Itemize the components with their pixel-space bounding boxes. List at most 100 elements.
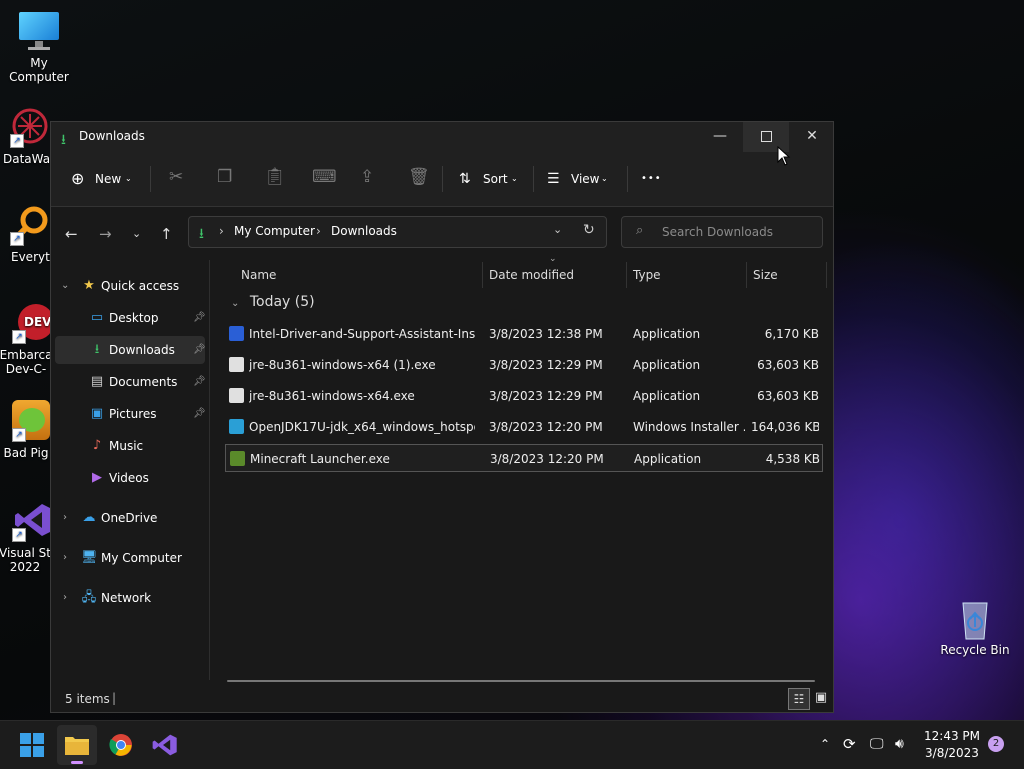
monitor-icon: 🖥︎ — [81, 550, 98, 565]
expand-chevron-icon[interactable]: ⌄ — [61, 272, 69, 300]
search-input[interactable] — [660, 224, 814, 240]
sidebar-item-onedrive[interactable]: › ☁ OneDrive — [55, 504, 205, 532]
show-hidden-icons-chevron-icon[interactable]: ⌃ — [820, 721, 830, 769]
recycle-bin-icon — [953, 597, 997, 640]
column-header-type[interactable]: Type — [633, 260, 743, 290]
sidebar-item-quick-access[interactable]: ⌄ ★ Quick access — [55, 272, 205, 300]
file-name: Minecraft Launcher.exe — [250, 452, 390, 466]
file-row[interactable]: jre-8u361-windows-x64.exe 3/8/2023 12:29 … — [225, 382, 823, 410]
title-bar[interactable]: ⭳ Downloads — ✕ — [51, 122, 833, 152]
notification-badge[interactable]: 2 — [988, 736, 1004, 752]
sidebar-item-documents[interactable]: ▤ Documents 📌︎ — [55, 368, 206, 396]
share-icon[interactable]: ⇪ — [360, 167, 374, 187]
sidebar-item-my-computer[interactable]: › 🖥︎ My Computer — [55, 544, 205, 572]
column-header-date-modified[interactable]: Date modified — [489, 260, 625, 290]
toolbar-divider — [533, 166, 534, 192]
toolbar-divider — [150, 166, 151, 192]
chevron-down-icon: ⌄ — [125, 174, 132, 183]
file-row[interactable]: jre-8u361-windows-x64 (1).exe 3/8/2023 12… — [225, 351, 823, 379]
view-button[interactable]: ☰ View ⌄ — [547, 164, 617, 194]
taskbar-chrome[interactable] — [101, 725, 141, 765]
desktop-icon-datawag[interactable]: ↗ DataWag — [0, 106, 58, 166]
column-divider[interactable] — [746, 262, 747, 288]
start-button[interactable] — [12, 725, 52, 765]
delete-icon[interactable]: 🗑︎ — [408, 167, 430, 187]
volume-icon[interactable]: 🔊︎ — [895, 721, 904, 769]
sidebar-item-videos[interactable]: ▶ Videos — [55, 464, 205, 492]
column-header-size[interactable]: Size — [753, 260, 823, 290]
plus-circle-icon: ⊕ — [71, 169, 85, 188]
pin-icon[interactable]: 📌︎ — [193, 368, 206, 396]
sidebar-item-network[interactable]: › 🖧︎ Network — [55, 584, 205, 612]
file-name: jre-8u361-windows-x64 (1).exe — [249, 358, 436, 372]
expand-chevron-icon[interactable]: › — [63, 584, 67, 612]
tiles-view-icon[interactable]: ▣ — [811, 688, 831, 708]
file-type: Application — [633, 327, 701, 341]
sidebar-item-music[interactable]: ♪ Music — [55, 432, 205, 460]
sync-status-icon[interactable]: ⟳ — [843, 721, 856, 769]
desktop-icon-recycle-bin[interactable]: Recycle Bin — [937, 597, 1013, 657]
desktop-icon-visual-studio[interactable]: ↗ Visual St 2022 — [0, 500, 54, 574]
shortcut-arrow-icon: ↗ — [12, 528, 26, 542]
details-view-icon[interactable]: ☷ — [788, 688, 810, 710]
file-type: Application — [634, 452, 702, 466]
file-size: 4,538 KB — [765, 452, 820, 466]
taskbar-visual-studio[interactable] — [145, 725, 185, 765]
minimize-button[interactable]: — — [697, 122, 743, 152]
more-options-button[interactable]: ••• — [641, 164, 665, 194]
paste-icon[interactable]: 📋︎ — [264, 167, 286, 187]
refresh-icon[interactable]: ↻ — [583, 222, 595, 238]
close-button[interactable]: ✕ — [789, 122, 835, 152]
breadcrumb-my-computer[interactable]: My Computer — [234, 224, 315, 238]
sidebar-item-pictures[interactable]: ▣ Pictures 📌︎ — [55, 400, 206, 428]
file-date-modified: 3/8/2023 12:29 PM — [489, 389, 603, 403]
network-status-icon[interactable]: 🖵︎ — [870, 721, 884, 769]
msi-installer-icon — [229, 419, 244, 434]
rename-icon[interactable]: ⌨ — [312, 167, 337, 187]
address-bar[interactable]: ⭳ › My Computer › Downloads ⌄ ↻ — [188, 216, 607, 248]
toolbar-divider — [442, 166, 443, 192]
expand-chevron-icon[interactable]: › — [63, 544, 67, 572]
sort-button[interactable]: ⇅ Sort ⌄ — [459, 164, 523, 194]
copy-icon[interactable]: ❐ — [217, 167, 232, 187]
column-header-name[interactable]: Name — [241, 260, 481, 290]
column-divider[interactable] — [482, 262, 483, 288]
file-row[interactable]: Intel-Driver-and-Support-Assistant-Insta… — [225, 320, 823, 348]
clock[interactable]: 12:43 PM 3/8/2023 — [920, 721, 984, 769]
desktop-icon-my-computer[interactable]: My Computer — [1, 10, 77, 84]
recent-chevron-icon[interactable]: ⌄ — [132, 227, 141, 240]
desktop-icon-bad-piggies[interactable]: ↗ Bad Pig — [0, 400, 54, 460]
file-date-modified: 3/8/2023 12:38 PM — [489, 327, 603, 341]
windows-logo-icon — [20, 733, 44, 757]
new-button[interactable]: ⊕ New ⌄ — [71, 164, 139, 194]
forward-arrow-icon[interactable]: → — [99, 225, 112, 243]
pin-icon[interactable]: 📌︎ — [193, 336, 206, 364]
column-divider[interactable] — [826, 262, 827, 288]
intel-app-icon — [229, 326, 244, 341]
group-header-today[interactable]: ⌄ Today (5) — [231, 294, 315, 310]
chevron-down-icon: ⌄ — [511, 174, 518, 183]
file-row[interactable]: Minecraft Launcher.exe 3/8/2023 12:20 PM A… — [225, 444, 823, 472]
file-row[interactable]: OpenJDK17U-jdk_x64_windows_hotspot_... 3/… — [225, 413, 823, 441]
column-divider[interactable] — [626, 262, 627, 288]
expand-chevron-icon[interactable]: › — [63, 504, 67, 532]
address-dropdown-icon[interactable]: ⌄ — [553, 223, 562, 236]
breadcrumb-downloads[interactable]: Downloads — [331, 224, 397, 238]
up-arrow-icon[interactable]: ↑ — [160, 225, 173, 243]
desktop-icon-embarcadero-devc[interactable]: DEV ↗ Embarca Dev-C- — [0, 302, 54, 376]
back-arrow-icon[interactable]: ← — [65, 225, 78, 243]
java-installer-icon — [229, 388, 244, 403]
taskbar-file-explorer[interactable] — [57, 725, 97, 765]
close-icon: ✕ — [806, 128, 818, 144]
pin-icon[interactable]: 📌︎ — [193, 400, 206, 428]
clock-date: 3/8/2023 — [925, 746, 979, 760]
sidebar-item-downloads[interactable]: ⭳ Downloads 📌︎ — [55, 336, 206, 364]
sort-indicator-icon: ⌄ — [549, 254, 557, 264]
sidebar-item-desktop[interactable]: ▭ Desktop 📌︎ — [55, 304, 206, 332]
horizontal-scrollbar[interactable] — [227, 680, 815, 682]
pin-icon[interactable]: 📌︎ — [193, 304, 206, 332]
file-size: 6,170 KB — [764, 327, 819, 341]
cut-icon[interactable]: ✂ — [169, 167, 183, 187]
desktop-icon-everything[interactable]: ↗ Everyth — [0, 204, 57, 264]
search-box[interactable]: ⌕ — [621, 216, 823, 248]
